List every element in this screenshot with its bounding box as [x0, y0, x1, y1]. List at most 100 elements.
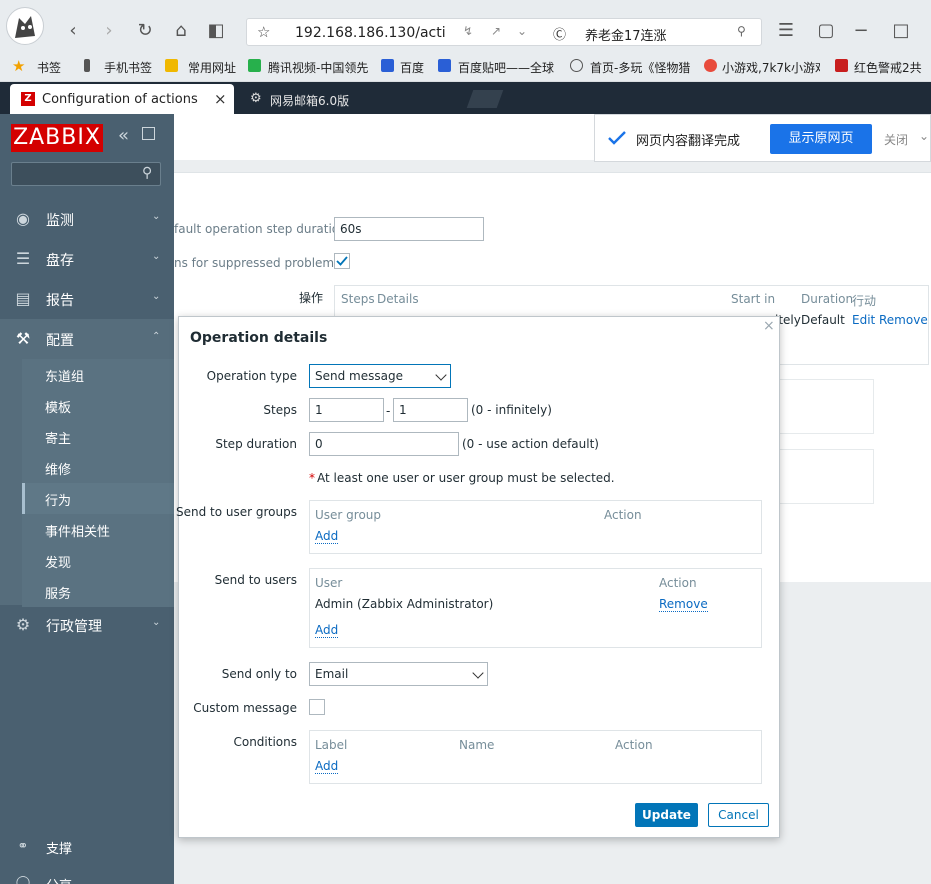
op-remove-link[interactable]: Remove — [879, 313, 928, 327]
column-header: Duration — [801, 292, 854, 306]
submenu-templates[interactable]: 模板 — [22, 390, 174, 421]
reload-icon[interactable]: ↻ — [134, 20, 156, 42]
collapse-icon[interactable]: « — [118, 125, 129, 146]
shirt-icon[interactable]: ▢ — [815, 20, 837, 42]
close-icon[interactable]: × — [214, 90, 227, 108]
step-duration-input[interactable]: 0 — [309, 432, 459, 456]
menu-inventory[interactable]: ☰ 盘存 ⌄ — [0, 239, 174, 279]
send-only-select[interactable]: Email — [309, 662, 488, 686]
default-step-input[interactable]: 60s — [334, 217, 484, 241]
cancel-button[interactable]: Cancel — [708, 803, 769, 827]
menu-administration[interactable]: ⚙ 行政管理 ⌄ — [0, 605, 174, 645]
maximize-icon[interactable]: □ — [890, 20, 912, 42]
new-tab-button[interactable] — [466, 90, 504, 108]
submenu-actions[interactable]: 行为 — [22, 483, 174, 514]
submenu-hosts[interactable]: 寄主 — [22, 421, 174, 452]
bookmark-item[interactable]: 首页-多玩《怪物猎 — [590, 59, 690, 76]
bookmark-item[interactable]: 常用网址 — [188, 59, 236, 76]
add-condition-link[interactable]: Add — [315, 759, 339, 774]
lightning-icon[interactable]: ↯ — [463, 24, 473, 38]
update-button[interactable]: Update — [635, 803, 698, 827]
custom-message-label: Custom message — [193, 701, 297, 715]
add-user-link[interactable]: Add — [315, 623, 339, 638]
search-icon[interactable]: ⚲ — [142, 165, 152, 181]
steps-separator: - — [386, 404, 391, 418]
back-icon[interactable]: ‹ — [62, 20, 84, 42]
chevron-down-icon[interactable]: ⌄ — [919, 129, 929, 143]
submenu-host-groups[interactable]: 东道组 — [22, 359, 174, 390]
list-icon: ☰ — [15, 249, 31, 268]
users-table: User Action Admin (Zabbix Administrator)… — [309, 568, 762, 648]
gear-icon: ⚙ — [15, 615, 31, 634]
steps-to-input[interactable]: 1 — [393, 398, 468, 422]
steps-from-input[interactable]: 1 — [309, 398, 384, 422]
submenu-label: 服务 — [45, 587, 72, 602]
close-icon[interactable]: × — [763, 318, 775, 334]
custom-message-checkbox[interactable] — [309, 699, 325, 715]
chevron-down-icon — [472, 667, 484, 679]
bookmark-item[interactable]: 腾讯视频-中国领先 — [268, 59, 368, 76]
menu-share[interactable]: ◯ 分享 — [0, 869, 174, 884]
operation-type-label: Operation type — [206, 369, 297, 383]
conditions-label: Conditions — [233, 735, 297, 749]
bookmark-item[interactable]: 书签 — [37, 59, 61, 76]
reader-icon[interactable]: ◧ — [205, 20, 227, 42]
bookmark-item[interactable]: 百度 — [400, 59, 424, 76]
submenu-event-correlation[interactable]: 事件相关性 — [22, 514, 174, 545]
zabbix-logo[interactable]: ZABBIX — [11, 124, 103, 152]
sidebar-search-input[interactable]: ⚲ — [11, 162, 161, 186]
chevron-down-icon[interactable]: ⌄ — [517, 24, 527, 38]
star-icon[interactable]: ☆ — [257, 23, 270, 41]
minimize-icon[interactable]: − — [850, 20, 872, 42]
eye-icon: ◉ — [16, 209, 30, 228]
close-translate-button[interactable]: 关闭 — [884, 131, 908, 148]
search-icon[interactable]: ⚲ — [737, 24, 746, 38]
step-duration-label: Step duration — [215, 437, 297, 451]
menu-monitoring[interactable]: ◉ 监测 ⌄ — [0, 199, 174, 239]
submenu-discovery[interactable]: 发现 — [22, 545, 174, 576]
address-bar[interactable]: ☆ 192.168.186.130/action ↯ ↗ ⌄ Ⓒ 养老金17连涨… — [246, 18, 762, 46]
column-header: Action — [604, 508, 642, 522]
profile-avatar[interactable] — [6, 7, 44, 45]
bookmark-item[interactable]: 百度贴吧——全球 — [458, 59, 554, 76]
chevron-up-icon: ⌃ — [152, 331, 161, 342]
tab-netease-mail[interactable]: ⚙ 网易邮箱6.0版 — [244, 84, 464, 114]
bookmark-item[interactable]: 红色警戒2共 — [854, 59, 924, 76]
submenu-services[interactable]: 服务 — [22, 576, 174, 607]
submenu-label: 寄主 — [45, 432, 72, 447]
add-user-group-link[interactable]: Add — [315, 529, 339, 544]
background-box — [778, 379, 874, 434]
menu-reports[interactable]: ▤ 报告 ⌄ — [0, 279, 174, 319]
menu-configuration[interactable]: ⚒ 配置 ⌃ — [0, 319, 174, 359]
tab-configuration-actions[interactable]: Z Configuration of actions × — [10, 84, 234, 114]
configuration-submenu: 东道组 模板 寄主 维修 行为 事件相关性 发现 服务 — [22, 359, 174, 607]
bookmark-item[interactable]: 小游戏,7k7k小游戏 — [722, 59, 820, 76]
suppressed-checkbox[interactable] — [334, 253, 350, 269]
search-text[interactable]: 养老金17连涨 — [585, 25, 667, 44]
menu-label: 盘存 — [46, 253, 74, 269]
column-header: Action — [615, 738, 653, 752]
menu-icon[interactable]: ☰ — [775, 20, 797, 42]
submenu-maintenance[interactable]: 维修 — [22, 452, 174, 483]
tab-strip: Z Configuration of actions × ⚙ 网易邮箱6.0版 — [0, 82, 931, 114]
search-engine-icon[interactable]: Ⓒ — [553, 24, 566, 43]
submenu-label: 东道组 — [45, 370, 85, 385]
op-edit-link[interactable]: Edit — [852, 313, 875, 327]
url-text: 192.168.186.130/action — [295, 25, 445, 41]
bookmark-item[interactable]: 手机书签 — [104, 59, 152, 76]
show-original-button[interactable]: 显示原网页 — [770, 124, 872, 154]
menu-label: 配置 — [46, 333, 74, 349]
remove-user-link[interactable]: Remove — [659, 597, 708, 612]
column-header: Action — [659, 576, 697, 590]
operation-type-select[interactable]: Send message — [309, 364, 451, 388]
menu-support[interactable]: ⚭ 支撑 — [0, 827, 174, 867]
steps-hint: (0 - infinitely) — [471, 403, 552, 417]
paw-icon — [438, 59, 451, 72]
fullscreen-icon[interactable] — [142, 127, 155, 140]
home-icon[interactable]: ⌂ — [170, 20, 192, 42]
forward-icon[interactable]: › — [98, 20, 120, 42]
share-icon[interactable]: ↗ — [491, 24, 501, 38]
menu-label: 支撑 — [46, 842, 73, 857]
select-value: Send message — [315, 369, 403, 383]
op-duration: Default — [801, 313, 845, 327]
